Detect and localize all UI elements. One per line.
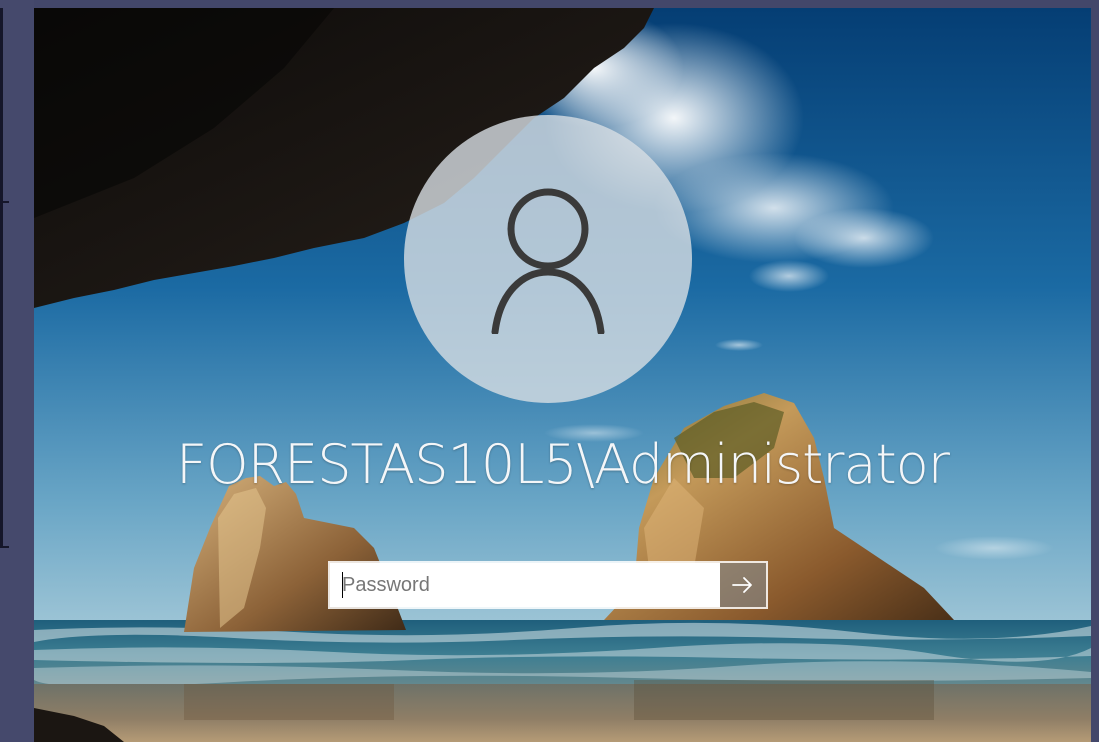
edge-rule — [0, 8, 3, 203]
password-row — [328, 561, 768, 609]
window-frame: FORESTAS10L5\Administrator — [0, 0, 1099, 742]
lock-screen: FORESTAS10L5\Administrator — [34, 8, 1091, 742]
user-icon — [491, 188, 605, 334]
edge-tick — [3, 201, 9, 203]
account-name: FORESTAS10L5\Administrator — [176, 433, 950, 496]
user-avatar — [404, 115, 692, 403]
edge-rule — [0, 203, 3, 548]
edge-tick — [3, 546, 9, 548]
submit-button[interactable] — [720, 563, 766, 607]
left-edge-strip — [0, 0, 34, 742]
text-caret — [342, 572, 343, 598]
password-input[interactable] — [330, 563, 720, 607]
arrow-right-icon — [732, 577, 752, 593]
